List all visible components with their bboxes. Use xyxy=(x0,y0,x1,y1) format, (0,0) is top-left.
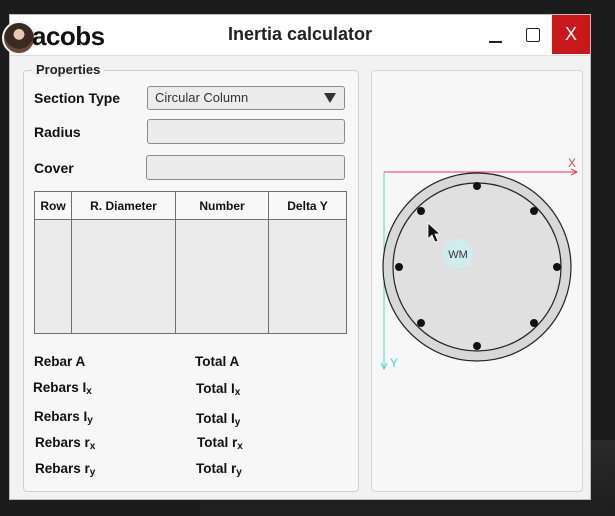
wm-marker-label: WM xyxy=(448,249,468,261)
rebar-dot xyxy=(473,182,481,190)
section-type-label: Section Type xyxy=(34,90,121,106)
radius-label: Radius xyxy=(34,124,81,140)
rebars-ry-label: Rebars ry xyxy=(35,461,95,478)
column-header-r-diameter[interactable]: R. Diameter xyxy=(72,192,176,220)
rebar-dot xyxy=(530,319,538,327)
rebar-dot xyxy=(553,263,561,271)
total-iy-subscript: y xyxy=(234,417,241,428)
cover-label: Cover xyxy=(34,160,74,176)
total-ix-label: Total Ix xyxy=(196,381,240,398)
column-header-delta-y[interactable]: Delta Y xyxy=(269,192,346,220)
rebar-dot xyxy=(473,342,481,350)
rebars-rx-label: Rebars rx xyxy=(35,435,95,452)
rebars-ix-text: Rebars I xyxy=(33,380,87,395)
total-a-label: Total A xyxy=(195,354,240,369)
total-iy-text: Total I xyxy=(196,411,235,426)
rebars-rx-subscript: x xyxy=(89,441,96,452)
rebars-ry-text: Rebars r xyxy=(35,461,90,476)
title-bar[interactable]: acobs Inertia calculator X xyxy=(2,15,590,56)
y-axis-label: Y xyxy=(390,356,398,370)
minimize-button[interactable] xyxy=(480,15,510,54)
rebar-a-label: Rebar A xyxy=(34,354,86,369)
total-rx-text: Total r xyxy=(197,435,238,450)
total-ix-text: Total I xyxy=(196,381,235,396)
total-rx-subscript: x xyxy=(237,441,243,452)
maximize-icon xyxy=(526,27,540,42)
total-iy-label: Total Iy xyxy=(196,411,240,428)
rebar-dot xyxy=(395,263,403,271)
column-header-number[interactable]: Number xyxy=(176,192,269,220)
rebar-dot xyxy=(417,319,425,327)
rebars-iy-label: Rebars Iy xyxy=(34,409,93,426)
rebars-rx-text: Rebars r xyxy=(35,435,90,450)
radius-input[interactable] xyxy=(147,119,345,144)
cover-input[interactable] xyxy=(146,155,345,180)
table-column-r-diameter xyxy=(72,220,176,333)
maximize-button[interactable] xyxy=(518,15,548,54)
dropdown-arrow-icon xyxy=(324,93,336,103)
table-column-number xyxy=(176,220,269,333)
rebars-ix-label: Rebars Ix xyxy=(33,380,92,397)
table-column-row xyxy=(35,220,72,333)
rebars-ix-subscript: x xyxy=(86,386,92,397)
close-icon: X xyxy=(564,24,577,44)
total-ix-subscript: x xyxy=(234,387,241,398)
rebars-iy-text: Rebars I xyxy=(34,409,88,424)
x-axis-label: X xyxy=(568,156,576,170)
total-ry-text: Total r xyxy=(196,461,237,476)
total-rx-label: Total rx xyxy=(197,435,243,452)
rebar-dot xyxy=(417,207,425,215)
section-type-select[interactable]: Circular Column xyxy=(147,86,345,110)
minimize-icon xyxy=(488,40,502,43)
section-preview-panel[interactable]: X Y WM xyxy=(371,70,583,492)
rebar-dot xyxy=(530,207,538,215)
rebar-table[interactable]: Row R. Diameter Number Delta Y xyxy=(34,191,347,334)
close-button[interactable]: X xyxy=(552,15,590,54)
properties-legend: Properties xyxy=(32,62,105,77)
properties-group: Properties Section Type Circular Column … xyxy=(23,62,359,492)
column-header-row[interactable]: Row xyxy=(35,192,72,220)
section-type-value: Circular Column xyxy=(155,90,249,105)
rebars-iy-subscript: y xyxy=(87,415,93,426)
inertia-calculator-window: acobs Inertia calculator X Properties Se… xyxy=(2,14,591,500)
rebars-ry-subscript: y xyxy=(89,467,96,478)
section-drawing: X Y WM xyxy=(380,156,579,371)
total-ry-label: Total ry xyxy=(196,461,242,478)
total-ry-subscript: y xyxy=(236,467,242,478)
